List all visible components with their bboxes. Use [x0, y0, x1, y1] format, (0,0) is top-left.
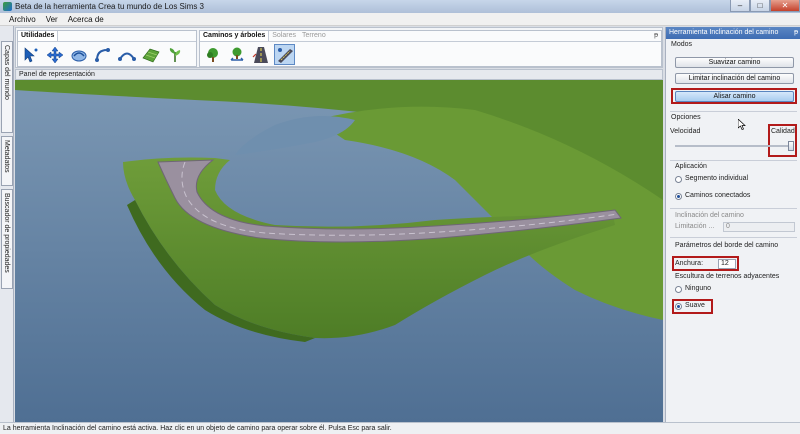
close-button[interactable]: ✕: [770, 0, 800, 12]
road-icon[interactable]: [250, 44, 271, 65]
terrain-scene: [15, 80, 663, 422]
curve-left-icon[interactable]: [92, 44, 113, 65]
utilities-icons: [18, 42, 196, 67]
curve-right-icon[interactable]: [116, 44, 137, 65]
panel-pin-icon[interactable]: ᵽ: [794, 27, 798, 39]
menu-acerca[interactable]: Acerca de: [63, 15, 109, 24]
smooth-path-button[interactable]: Suavizar camino: [675, 57, 794, 68]
tab-metadata[interactable]: Metadatos: [1, 136, 13, 186]
tab-utilities[interactable]: Utilidades: [18, 31, 59, 41]
plant-icon[interactable]: [164, 44, 185, 65]
options-label: Opciones: [671, 114, 701, 121]
tab-property-finder-label: Buscador de propiedades: [3, 193, 10, 273]
speed-quality-slider[interactable]: [675, 145, 794, 147]
width-field[interactable]: 12: [718, 259, 736, 269]
select-arrow-icon[interactable]: [20, 44, 41, 65]
radio-single-segment-label: Segmento individual: [685, 175, 749, 182]
edge-params-label: Parámetros del borde del camino: [675, 242, 779, 249]
width-label: Anchura:: [675, 260, 704, 267]
flatten-path-button[interactable]: Alisar camino: [675, 91, 794, 102]
minimize-button[interactable]: –: [730, 0, 750, 12]
utilities-group: Utilidades: [17, 30, 197, 67]
tree-move-icon[interactable]: [226, 44, 247, 65]
tab-property-finder[interactable]: Buscador de propiedades: [1, 189, 13, 289]
terrain-paint-icon[interactable]: [140, 44, 161, 65]
tree-icon[interactable]: [202, 44, 223, 65]
app-icon: [3, 2, 12, 11]
radio-smooth-label: Suave: [685, 302, 705, 309]
render-viewport[interactable]: [15, 80, 663, 422]
tab-world-layers-label: Capas del mundo: [3, 45, 10, 100]
mouse-cursor-icon: [738, 119, 746, 130]
menu-ver[interactable]: Ver: [41, 15, 63, 24]
slider-thumb[interactable]: [788, 141, 794, 151]
road-slope-icon[interactable]: [274, 44, 295, 65]
status-bar: La herramienta Inclinación del camino es…: [0, 422, 800, 434]
paths-icons: [200, 42, 661, 67]
slope-label: Inclinación del camino: [675, 212, 744, 219]
divider: [670, 160, 797, 161]
tab-lots[interactable]: Solares: [269, 31, 299, 41]
slope-tool-panel: Herramienta Inclinación del camino ᵽ Mod…: [665, 27, 800, 422]
left-tab-strip: Capas del mundo Metadatos Buscador de pr…: [0, 26, 14, 422]
tab-terrain[interactable]: Terreno: [299, 31, 329, 41]
viewport-header: Panel de representación: [15, 69, 663, 80]
radio-connected-paths[interactable]: [675, 193, 682, 200]
divider: [670, 237, 797, 238]
panel-title: Herramienta Inclinación del camino ᵽ: [666, 27, 800, 39]
pin-icon[interactable]: ᵽ: [654, 32, 658, 39]
limit-field[interactable]: 0: [723, 222, 795, 232]
limit-slope-button[interactable]: Limitar inclinación del camino: [675, 73, 794, 84]
limit-label: Limitación ...: [675, 223, 715, 230]
radio-smooth[interactable]: [675, 303, 682, 310]
divider: [670, 111, 797, 112]
speed-label: Velocidad: [670, 128, 701, 135]
sculpt-label: Escultura de terrenos adyacentes: [675, 273, 780, 280]
route-icon[interactable]: [68, 44, 89, 65]
application-label: Aplicación: [675, 163, 707, 170]
radio-single-segment[interactable]: [675, 176, 682, 183]
tab-metadata-label: Metadatos: [3, 140, 10, 173]
radio-none-label: Ninguno: [685, 285, 712, 292]
panel-title-text: Herramienta Inclinación del camino: [669, 29, 779, 36]
radio-none[interactable]: [675, 286, 682, 293]
tab-paths-trees[interactable]: Caminos y árboles: [200, 31, 270, 41]
menu-archivo[interactable]: Archivo: [4, 15, 41, 24]
paths-tabs: Caminos y árboles Solares Terreno: [200, 31, 661, 42]
maximize-button[interactable]: □: [750, 0, 770, 12]
paths-group: Caminos y árboles Solares Terreno ᵽ: [199, 30, 662, 67]
window-controls: – □ ✕: [730, 0, 800, 13]
utilities-tabs: Utilidades: [18, 31, 196, 42]
divider: [670, 208, 797, 209]
modes-label: Modos: [671, 41, 693, 48]
tab-world-layers[interactable]: Capas del mundo: [1, 41, 13, 133]
menu-bar: Archivo Ver Acerca de: [0, 13, 800, 26]
window-title: Beta de la herramienta Crea tu mundo de …: [15, 2, 204, 11]
move-icon[interactable]: [44, 44, 65, 65]
radio-connected-paths-label: Caminos conectados: [685, 192, 751, 199]
toolbar: Utilidades Caminos y árboles Solares Ter…: [15, 27, 663, 68]
title-bar: Beta de la herramienta Crea tu mundo de …: [0, 0, 800, 13]
